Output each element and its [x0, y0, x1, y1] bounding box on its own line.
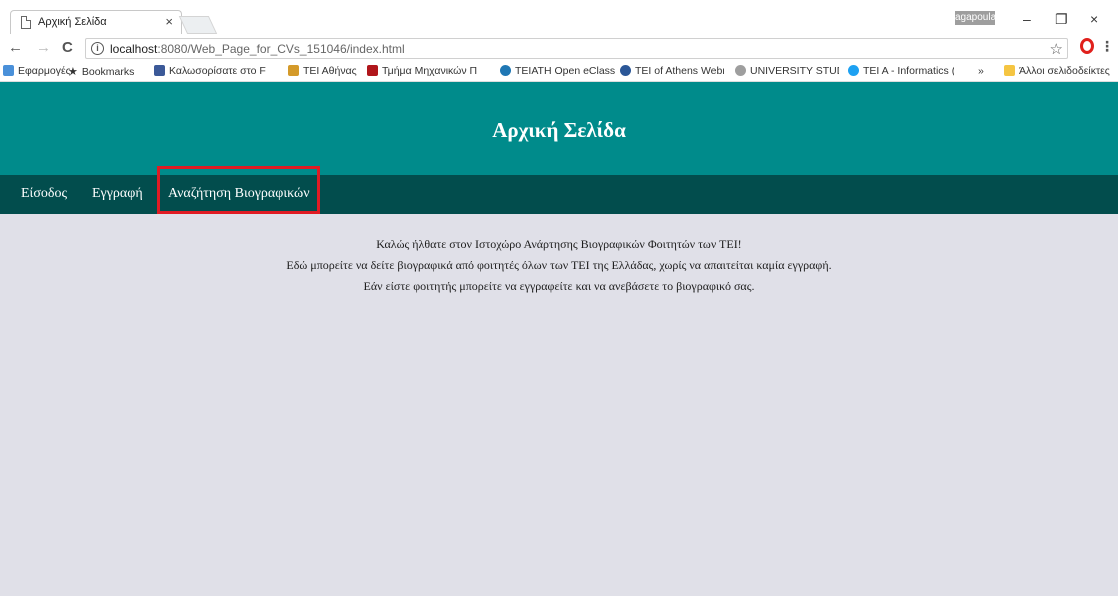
facebook-icon — [154, 65, 165, 76]
bookmark-webmail[interactable]: TEI of Athens Webma — [620, 65, 724, 77]
bookmark-label: Άλλοι σελιδοδείκτες — [1019, 65, 1110, 77]
close-window-icon[interactable]: × — [1090, 11, 1098, 27]
bookmark-label: TEIATH Open eClass — [515, 65, 616, 77]
minimize-icon[interactable]: – — [1023, 11, 1031, 27]
back-icon[interactable]: ← — [8, 39, 23, 56]
address-bar-row: ← → C i localhost:8080/Web_Page_for_CVs_… — [0, 34, 1118, 62]
browser-tab[interactable]: Αρχική Σελίδα × — [10, 10, 182, 34]
twitter-icon — [848, 65, 859, 76]
tab-title: Αρχική Σελίδα — [38, 16, 107, 28]
welcome-line: Εδώ μπορείτε να δείτε βιογραφικά από φοι… — [286, 258, 832, 272]
welcome-text: Καλώς ήλθατε στον Ιστοχώρο Ανάρτησης Βιο… — [0, 238, 1118, 301]
welcome-line: Εάν είστε φοιτητής μπορείτε να εγγραφείτ… — [363, 279, 755, 293]
reload-icon[interactable]: C — [62, 39, 73, 56]
bookmark-university[interactable]: UNIVERSITY STUDENT — [735, 65, 839, 77]
bookmark-facebook[interactable]: Καλωσορίσατε στο F — [154, 65, 278, 77]
url-host: localhost — [110, 42, 158, 56]
bookmark-tei[interactable]: ΤΕΙ Αθήνας — [288, 65, 357, 77]
bookmark-label: ΤΕΙ Αθήνας — [303, 65, 357, 77]
profile-badge[interactable]: agapoula — [955, 11, 996, 25]
tab-close-icon[interactable]: × — [165, 14, 173, 29]
university-icon — [735, 65, 746, 76]
bookmark-label: Καλωσορίσατε στο F — [169, 65, 266, 77]
bookmark-star-icon[interactable]: ☆ — [1050, 40, 1063, 58]
nav-login-link[interactable]: Είσοδος — [21, 186, 67, 202]
page-viewport: Αρχική Σελίδα Είσοδος Εγγραφή Αναζήτηση … — [0, 82, 1118, 596]
bookmark-other[interactable]: Άλλοι σελιδοδείκτες — [1004, 65, 1110, 77]
bookmark-label: TEI of Athens Webma — [635, 65, 724, 77]
nav-register-link[interactable]: Εγγραφή — [92, 186, 143, 202]
menu-icon[interactable]: ⋮ — [1100, 38, 1114, 55]
bookmarks-overflow[interactable]: » — [978, 65, 984, 77]
webmail-icon — [620, 65, 631, 76]
info-icon[interactable]: i — [91, 42, 104, 55]
department-icon — [367, 65, 378, 76]
browser-tab-bar: Αρχική Σελίδα × agapoula – ❐ × — [0, 0, 1118, 34]
bookmark-label: Τμήμα Μηχανικών Π — [382, 65, 478, 77]
url-text: localhost:8080/Web_Page_for_CVs_151046/i… — [110, 42, 405, 56]
eclass-icon — [500, 65, 511, 76]
highlight-annotation — [157, 166, 320, 214]
welcome-line: Καλώς ήλθατε στον Ιστοχώρο Ανάρτησης Βιο… — [376, 237, 742, 251]
page-icon — [21, 16, 31, 29]
bookmark-label: Εφαρμογές — [18, 65, 71, 77]
bookmark-apps[interactable]: Εφαρμογές — [3, 65, 71, 77]
site-header: Αρχική Σελίδα — [0, 82, 1118, 175]
bookmark-label: TEI A - Informatics (© — [863, 65, 954, 77]
bookmark-informatics[interactable]: TEI A - Informatics (© — [848, 65, 954, 77]
opera-icon[interactable] — [1080, 38, 1094, 54]
bookmarks-bar: Εφαρμογές ★ Bookmarks Καλωσορίσατε στο F … — [0, 62, 1118, 82]
apps-icon — [3, 65, 14, 76]
tei-icon — [288, 65, 299, 76]
page-title: Αρχική Σελίδα — [492, 118, 626, 142]
star-icon: ★ — [68, 66, 78, 78]
bookmark-bookmarks[interactable]: ★ Bookmarks — [68, 65, 134, 78]
bookmark-label: Bookmarks — [81, 66, 135, 78]
bookmark-label: UNIVERSITY STUDENT — [750, 65, 839, 77]
new-tab-button[interactable] — [178, 16, 218, 34]
bookmark-eclass[interactable]: TEIATH Open eClass — [500, 65, 615, 77]
url-path: :8080/Web_Page_for_CVs_151046/index.html — [157, 42, 405, 56]
url-input[interactable]: i localhost:8080/Web_Page_for_CVs_151046… — [85, 38, 1068, 59]
restore-icon[interactable]: ❐ — [1055, 11, 1068, 28]
folder-icon — [1004, 65, 1015, 76]
forward-icon[interactable]: → — [36, 39, 51, 56]
bookmark-department[interactable]: Τμήμα Μηχανικών Π — [367, 65, 491, 77]
